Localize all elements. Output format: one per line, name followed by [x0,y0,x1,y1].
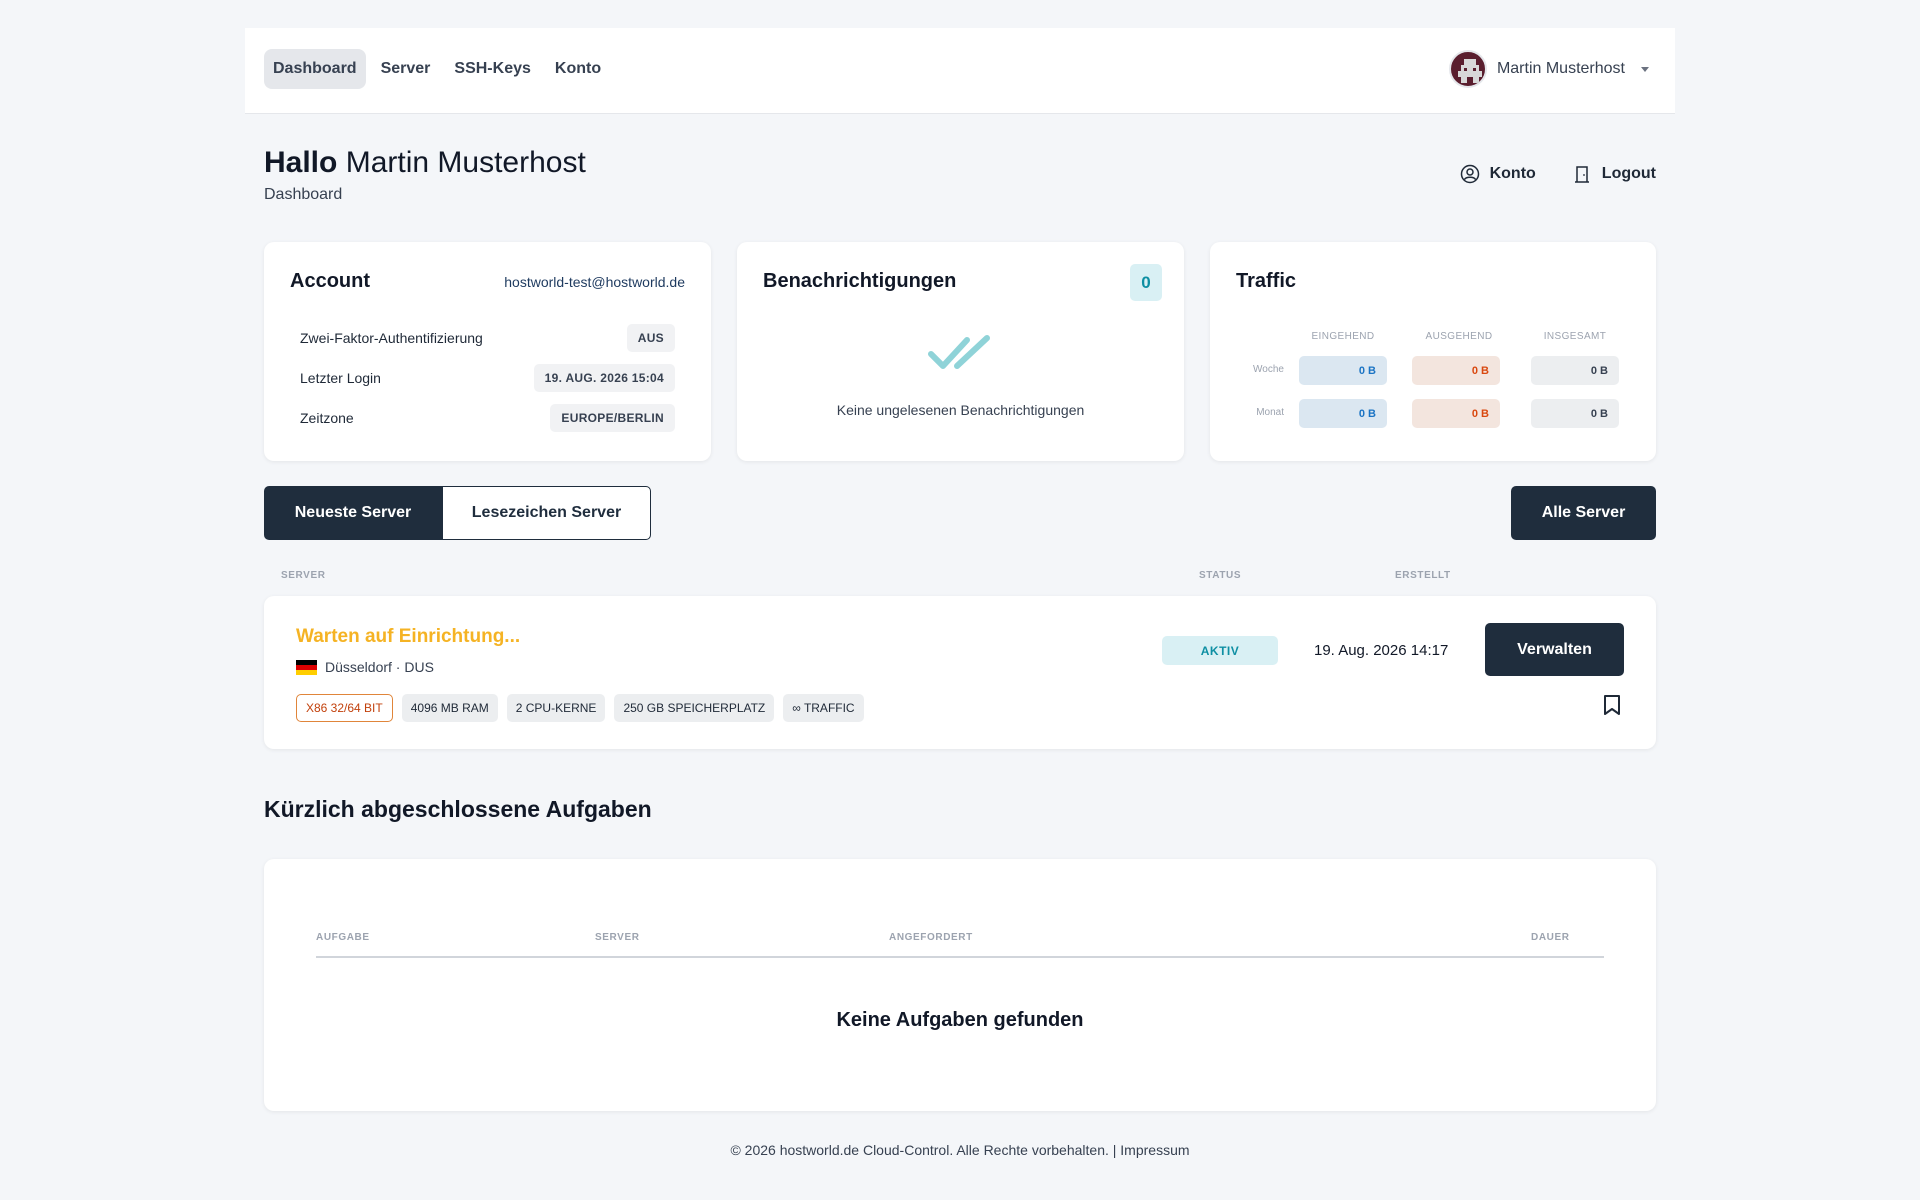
column-header-status: STATUS [1199,570,1242,581]
konto-label: Konto [1489,165,1536,182]
column-header-duration: DAUER [1531,932,1570,943]
account-row-timezone: Zeitzone EUROPE/BERLIN [300,404,675,432]
user-circle-icon [1460,164,1479,184]
server-name-link[interactable]: Warten auf Einrichtung... [296,626,520,648]
traffic-month-out: 0 B [1412,399,1500,428]
tab-bookmarked-servers[interactable]: Lesezeichen Server [442,486,651,540]
avatar [1448,50,1487,88]
kv-label: Zwei-Faktor-Authentifizierung [300,330,483,346]
kv-badge: 19. AUG. 2026 15:04 [533,364,675,392]
logout-link[interactable]: Logout [1572,164,1656,184]
spec-architecture: X86 32/64 BIT [296,694,393,722]
notifications-title: Benachrichtigungen [763,270,957,292]
traffic-card: Traffic EINGEHEND AUSGEHEND INSGESAMT Wo… [1210,242,1656,461]
kv-label: Letzter Login [300,370,381,386]
logout-label: Logout [1601,165,1656,182]
nav-item-dashboard[interactable]: Dashboard [264,49,366,89]
traffic-row-label: Monat [1256,407,1284,418]
column-header-requested: ANGEFORDERT [889,932,973,943]
user-menu[interactable]: Martin Musterhost [1448,50,1649,88]
traffic-col-out: AUSGEHEND [1425,331,1493,342]
door-icon [1574,166,1589,183]
server-location-text: Düsseldorf · DUS [325,659,434,675]
tasks-section-title: Kürzlich abgeschlossene Aufgaben [264,796,652,822]
account-title: Account [290,270,370,292]
bookmark-icon[interactable] [1603,694,1621,716]
account-row-2fa: Zwei-Faktor-Authentifizierung AUS [300,324,675,352]
manage-server-button[interactable]: Verwalten [1485,623,1624,676]
traffic-week-in: 0 B [1299,356,1387,385]
column-header-server: SERVER [281,570,326,581]
nav-item-ssh-keys[interactable]: SSH-Keys [445,49,539,89]
kv-badge: AUS [626,324,675,352]
konto-link[interactable]: Konto [1460,164,1536,184]
tab-newest-servers[interactable]: Neueste Server [264,486,442,540]
nav-links: Dashboard Server SSH-Keys Konto [264,49,610,89]
traffic-month-total: 0 B [1531,399,1619,428]
avatar-pattern-icon [1457,59,1482,83]
traffic-col-total: INSGESAMT [1543,331,1607,342]
notifications-empty-text: Keine ungelesenen Benachrichtigungen [836,402,1085,418]
kv-label: Zeitzone [300,410,354,426]
chevron-down-icon [1641,66,1649,72]
column-header-task: AUFGABE [316,932,370,943]
nav-item-server[interactable]: Server [372,49,440,89]
nav-item-konto[interactable]: Konto [546,49,610,89]
column-header-created: ERSTELLT [1395,570,1451,581]
server-location: Düsseldorf · DUS [296,659,434,675]
column-header-task-server: SERVER [595,932,640,943]
account-row-last-login: Letzter Login 19. AUG. 2026 15:04 [300,364,675,392]
page-title: Hallo Martin Musterhost [264,146,586,180]
footer-text: © 2026 hostworld.de Cloud-Control. Alle … [730,1142,1117,1158]
notifications-count-badge: 0 [1130,264,1162,301]
account-card: Account hostworld-test@hostworld.de Zwei… [264,242,711,461]
greeting-hello: Hallo [264,146,338,179]
spec-storage: 250 GB SPEICHERPLATZ [614,694,775,722]
spec-traffic: ∞ TRAFFIC [783,694,864,722]
user-name: Martin Musterhost [1496,60,1625,77]
germany-flag-icon [296,659,317,675]
spec-ram: 4096 MB RAM [401,694,498,722]
top-navigation: Dashboard Server SSH-Keys Konto Martin M… [245,28,1675,114]
tasks-empty-text: Keine Aufgaben gefunden [836,1009,1084,1031]
spec-cpu: 2 CPU-KERNE [506,694,606,722]
traffic-title: Traffic [1236,270,1297,292]
traffic-week-total: 0 B [1531,356,1619,385]
notifications-card: Benachrichtigungen 0 Keine ungelesenen B… [737,242,1184,461]
all-servers-button[interactable]: Alle Server [1511,486,1656,540]
header-actions: Konto Logout [1460,164,1656,184]
status-badge: AKTIV [1162,636,1278,665]
impressum-link[interactable]: Impressum [1120,1142,1189,1158]
server-tabs: Neueste Server Lesezeichen Server [264,486,651,540]
kv-badge: EUROPE/BERLIN [550,404,675,432]
traffic-row-label: Woche [1253,364,1284,375]
traffic-month-in: 0 B [1299,399,1387,428]
server-created-date: 19. Aug. 2026 14:17 [1314,642,1449,659]
server-specs: X86 32/64 BIT 4096 MB RAM 2 CPU-KERNE 25… [296,694,864,722]
account-email: hostworld-test@hostworld.de [504,274,685,290]
tasks-card: AUFGABE SERVER ANGEFORDERT DAUER Keine A… [264,859,1656,1111]
table-divider [316,956,1604,958]
server-row: Warten auf Einrichtung... Düsseldorf · D… [264,596,1656,749]
traffic-week-out: 0 B [1412,356,1500,385]
double-check-icon [928,335,990,369]
traffic-col-in: EINGEHEND [1311,331,1375,342]
footer: © 2026 hostworld.de Cloud-Control. Alle … [0,1142,1920,1158]
page-subtitle: Dashboard [264,186,343,203]
greeting-name: Martin Musterhost [345,146,586,179]
